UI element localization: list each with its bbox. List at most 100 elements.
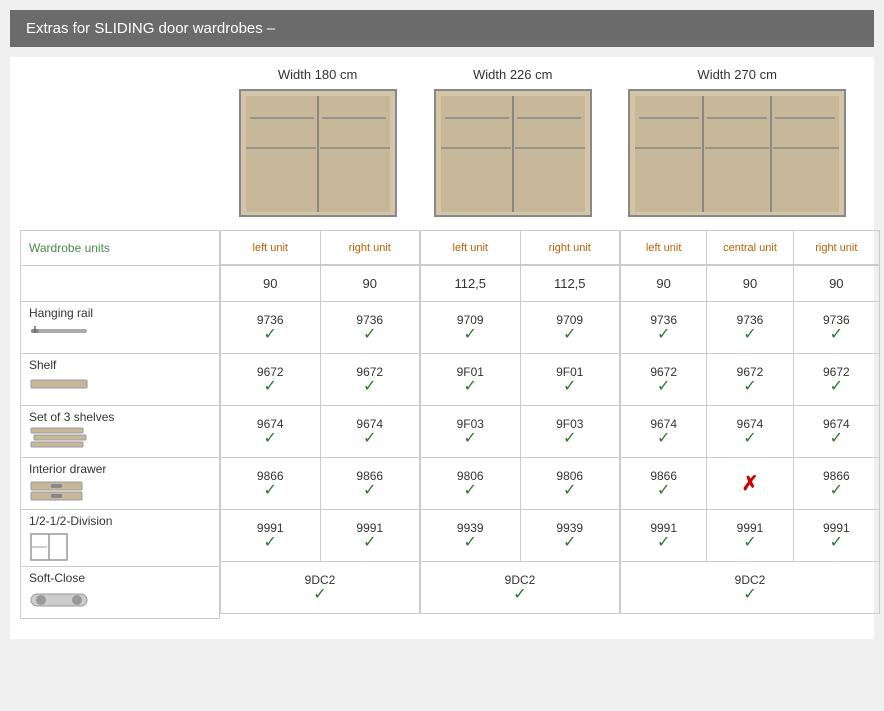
width-226-shelf-left: 9F01 ✓ <box>420 354 520 406</box>
width-270-hanging-right: 9736 ✓ <box>793 302 880 354</box>
width-270-shelf-right: 9672 ✓ <box>793 354 880 406</box>
width-226-3shelves-right: 9F03 ✓ <box>520 406 621 458</box>
page-wrapper: Extras for SLIDING door wardrobes – Widt… <box>0 0 884 649</box>
width-226-subheaders: left unit right unit <box>420 230 620 266</box>
width-226-drawer-right: 9806 ✓ <box>520 458 621 510</box>
width-226-size-left: 112,5 <box>420 266 520 302</box>
width-270-size-central: 90 <box>706 266 792 302</box>
width-270-left-header: left unit <box>620 230 706 265</box>
width-270-section: left unit central unit right unit 90 90 … <box>620 230 880 619</box>
width-180-shelf: 9672 ✓ 9672 ✓ <box>220 354 420 406</box>
labels-column: Wardrobe units Hanging rail Shelf <box>20 230 220 619</box>
width-226-drawer-left: 9806 ✓ <box>420 458 520 510</box>
width-270-drawer-left: 9866 ✓ <box>620 458 706 510</box>
width-180-shelf-right: 9672 ✓ <box>320 354 421 406</box>
width-180-size-right: 90 <box>320 266 421 302</box>
width-270-softclose: 9DC2 ✓ <box>620 562 880 614</box>
wardrobe-270-svg <box>627 88 847 218</box>
wardrobe-226-column: Width 226 cm <box>415 67 610 222</box>
width-226-drawer: 9806 ✓ 9806 ✓ <box>420 458 620 510</box>
hanging-rail-text: Hanging rail <box>29 306 93 320</box>
wardrobe-180-title: Width 180 cm <box>278 67 357 82</box>
width-226-right-header: right unit <box>520 230 621 265</box>
shelf-text: Shelf <box>29 358 56 372</box>
set-of-3-shelves-text: Set of 3 shelves <box>29 410 114 424</box>
width-226-softclose: 9DC2 ✓ <box>420 562 620 614</box>
width-180-size-left: 90 <box>220 266 320 302</box>
width-270-division-right: 9991 ✓ <box>793 510 880 562</box>
width-270-hanging-left: 9736 ✓ <box>620 302 706 354</box>
width-180-3shelves-right: 9674 ✓ <box>320 406 421 458</box>
width-270-shelf: 9672 ✓ 9672 ✓ 9672 ✓ <box>620 354 880 406</box>
width-226-left-header: left unit <box>420 230 520 265</box>
wardrobe-270-title: Width 270 cm <box>697 67 776 82</box>
width-270-division-central: 9991 ✓ <box>706 510 792 562</box>
width-270-sizes: 90 90 90 <box>620 266 880 302</box>
width-226-size-right: 112,5 <box>520 266 621 302</box>
interior-drawer-text: Interior drawer <box>29 462 106 476</box>
width-180-shelf-left: 9672 ✓ <box>220 354 320 406</box>
width-270-right-header: right unit <box>793 230 880 265</box>
width-226-hanging-right: 9709 ✓ <box>520 302 621 354</box>
shelves-icon <box>29 426 89 450</box>
width-180-hanging-right: 9736 ✓ <box>320 302 421 354</box>
width-180-section: left unit right unit 90 90 9736 ✓ <box>220 230 420 619</box>
width-180-drawer-left: 9866 ✓ <box>220 458 320 510</box>
width-180-sizes: 90 90 <box>220 266 420 302</box>
width-270-3shelves: 9674 ✓ 9674 ✓ 9674 ✓ <box>620 406 880 458</box>
wardrobe-270-column: Width 270 cm <box>610 67 864 222</box>
width-180-drawer: 9866 ✓ 9866 ✓ <box>220 458 420 510</box>
width-226-division-right: 9939 ✓ <box>520 510 621 562</box>
width-226-hanging-rail: 9709 ✓ 9709 ✓ <box>420 302 620 354</box>
width-180-division-right: 9991 ✓ <box>320 510 421 562</box>
width-180-hanging-rail: 9736 ✓ 9736 ✓ <box>220 302 420 354</box>
width-226-softclose-merged: 9DC2 ✓ <box>420 562 620 614</box>
hanging-rail-label: Hanging rail <box>20 302 220 354</box>
width-226-3shelves: 9F03 ✓ 9F03 ✓ <box>420 406 620 458</box>
interior-drawer-label: Interior drawer <box>20 458 220 510</box>
width-180-softclose: 9DC2 ✓ <box>220 562 420 614</box>
width-270-division-left: 9991 ✓ <box>620 510 706 562</box>
drawer-icon <box>29 480 84 504</box>
width-226-section: left unit right unit 112,5 112,5 9709 ✓ <box>420 230 620 619</box>
shelf-icon <box>29 376 89 392</box>
header-title: Extras for SLIDING door wardrobes – <box>26 20 275 37</box>
width-180-hanging-left: 9736 ✓ <box>220 302 320 354</box>
width-270-subheaders: left unit central unit right unit <box>620 230 880 266</box>
width-180-softclose-merged: 9DC2 ✓ <box>220 562 420 614</box>
width-226-3shelves-left: 9F03 ✓ <box>420 406 520 458</box>
width-226-division-left: 9939 ✓ <box>420 510 520 562</box>
width-180-left-header: left unit <box>220 230 320 265</box>
main-content: Width 180 cm <box>10 57 874 639</box>
width-226-shelf: 9F01 ✓ 9F01 ✓ <box>420 354 620 406</box>
data-columns: left unit right unit 90 90 9736 ✓ <box>220 230 880 619</box>
width-270-drawer-right: 9866 ✓ <box>793 458 880 510</box>
set-of-3-shelves-label: Set of 3 shelves <box>20 406 220 458</box>
table-container: Wardrobe units Hanging rail Shelf <box>20 230 864 619</box>
width-226-hanging-left: 9709 ✓ <box>420 302 520 354</box>
width-180-subheaders: left unit right unit <box>220 230 420 266</box>
width-226-division: 9939 ✓ 9939 ✓ <box>420 510 620 562</box>
hanging-rail-icon <box>29 324 89 338</box>
wardrobe-images-row: Width 180 cm <box>220 67 864 222</box>
division-icon <box>29 532 69 562</box>
width-270-3shelves-right: 9674 ✓ <box>793 406 880 458</box>
width-270-drawer: 9866 ✓ ✗ 9866 ✓ <box>620 458 880 510</box>
width-270-hanging-central: 9736 ✓ <box>706 302 792 354</box>
wardrobe-180-svg <box>238 88 398 218</box>
width-270-size-left: 90 <box>620 266 706 302</box>
width-270-hanging-rail: 9736 ✓ 9736 ✓ 9736 ✓ <box>620 302 880 354</box>
width-180-right-header: right unit <box>320 230 421 265</box>
width-226-sizes: 112,5 112,5 <box>420 266 620 302</box>
width-270-size-right: 90 <box>793 266 880 302</box>
width-270-shelf-central: 9672 ✓ <box>706 354 792 406</box>
division-text: 1/2-1/2-Division <box>29 514 112 528</box>
wardrobe-180-column: Width 180 cm <box>220 67 415 222</box>
soft-close-icon <box>29 589 89 609</box>
soft-close-text: Soft-Close <box>29 571 85 585</box>
width-180-division-left: 9991 ✓ <box>220 510 320 562</box>
width-270-drawer-central: ✗ <box>706 458 792 510</box>
wardrobe-units-text: Wardrobe units <box>29 241 110 255</box>
wardrobe-226-svg <box>433 88 593 218</box>
width-270-shelf-left: 9672 ✓ <box>620 354 706 406</box>
